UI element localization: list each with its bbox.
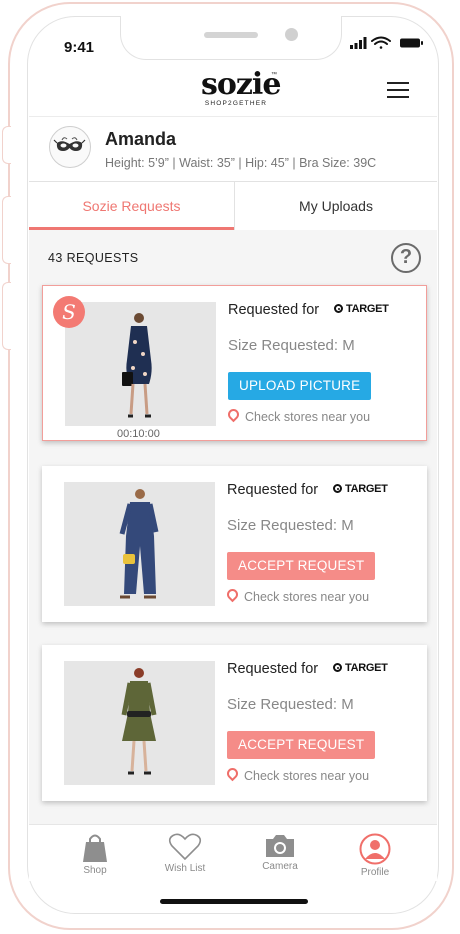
camera-icon (266, 835, 294, 857)
side-button-volume-up (2, 196, 11, 264)
check-stores-link[interactable]: Check stores near you (224, 586, 370, 604)
user-name: Amanda (105, 129, 177, 149)
tab-sozie-requests[interactable]: Sozie Requests (29, 182, 234, 230)
accept-request-button[interactable]: ACCEPT REQUEST (227, 731, 376, 759)
nav-shop[interactable]: Shop (45, 825, 145, 881)
target-logo: TARGET (333, 483, 388, 495)
tab-bar: Sozie Requests My Uploads (29, 182, 437, 230)
location-pin-icon (224, 586, 241, 603)
logo-wordmark: sozie (201, 67, 281, 102)
nav-shop-label: Shop (83, 865, 107, 876)
brand-name: TARGET (345, 662, 388, 674)
nav-camera-label: Camera (262, 861, 298, 872)
floral-wrap-dress-model (65, 302, 216, 426)
product-image (64, 482, 215, 606)
masquerade-mask-icon (53, 137, 86, 151)
app-header: sozie ™ SHOP2GETHER (29, 66, 437, 117)
requests-count: 43 REQUESTS (48, 251, 139, 265)
check-stores-link[interactable]: Check stores near you (225, 406, 371, 424)
profile-summary: Amanda Height: 5’9” | Waist: 35” | Hip: … (29, 117, 437, 182)
size-requested: Size Requested: M (227, 517, 354, 534)
nav-profile-label: Profile (360, 867, 390, 878)
request-timer: 00:10:00 (117, 428, 160, 440)
target-bullseye-icon (333, 663, 342, 672)
target-logo: TARGET (334, 303, 389, 315)
nav-wish-list[interactable]: Wish List (135, 825, 235, 881)
battery-icon (400, 38, 423, 48)
check-stores-label: Check stores near you (244, 769, 370, 783)
status-icons (350, 36, 426, 50)
wifi-icon (371, 36, 391, 49)
location-pin-icon (224, 765, 241, 782)
status-time: 9:41 (64, 39, 95, 56)
request-card[interactable]: Requested for TARGET Size Requested: M A… (42, 645, 427, 801)
brand-name: TARGET (345, 483, 388, 495)
check-stores-label: Check stores near you (244, 590, 370, 604)
denim-jumpsuit-model (64, 482, 215, 606)
sozie-badge: S (53, 296, 85, 328)
home-indicator (160, 899, 308, 904)
size-requested: Size Requested: M (228, 337, 355, 354)
logo-tagline: SHOP2GETHER (204, 100, 268, 107)
side-button-volume-down (2, 282, 11, 350)
product-image (65, 302, 216, 426)
user-measurements: Height: 5’9” | Waist: 35” | Hip: 45” | B… (105, 156, 377, 170)
side-button-mute (2, 126, 11, 164)
profile-icon (359, 833, 391, 865)
nav-profile[interactable]: Profile (325, 825, 425, 881)
requested-for-label: Requested for (228, 302, 320, 318)
sozie-logo[interactable]: sozie ™ SHOP2GETHER (201, 67, 281, 108)
signal-icon (350, 37, 367, 49)
requested-for-label: Requested for (227, 661, 319, 677)
notch (120, 16, 342, 60)
product-image (64, 661, 215, 785)
brand-name: TARGET (346, 303, 389, 315)
target-bullseye-icon (333, 484, 342, 493)
target-bullseye-icon (334, 304, 343, 313)
location-pin-icon (225, 406, 242, 423)
shopping-bag-icon (83, 834, 107, 862)
accept-request-button[interactable]: ACCEPT REQUEST (227, 552, 376, 580)
front-camera (285, 28, 298, 41)
size-requested: Size Requested: M (227, 696, 354, 713)
check-stores-link[interactable]: Check stores near you (224, 765, 370, 783)
tab-my-uploads[interactable]: My Uploads (234, 182, 437, 230)
request-card[interactable]: S 00:10:00 Requested for TARGET Size Req… (42, 285, 427, 441)
olive-dress-model (64, 661, 215, 785)
nav-wish-list-label: Wish List (164, 863, 206, 874)
help-icon[interactable]: ? (391, 243, 421, 273)
requested-for-label: Requested for (227, 482, 319, 498)
bottom-navigation: Shop Wish List Camera Profile (29, 824, 437, 881)
target-logo: TARGET (333, 662, 388, 674)
check-stores-label: Check stores near you (245, 410, 371, 424)
nav-camera[interactable]: Camera (230, 825, 330, 881)
logo-trademark: ™ (271, 72, 277, 78)
avatar[interactable] (49, 126, 91, 168)
heart-icon (168, 833, 202, 861)
upload-picture-button[interactable]: UPLOAD PICTURE (228, 372, 372, 400)
speaker (204, 32, 258, 38)
hamburger-menu-icon[interactable] (387, 82, 409, 100)
request-card[interactable]: Requested for TARGET Size Requested: M A… (42, 466, 427, 622)
